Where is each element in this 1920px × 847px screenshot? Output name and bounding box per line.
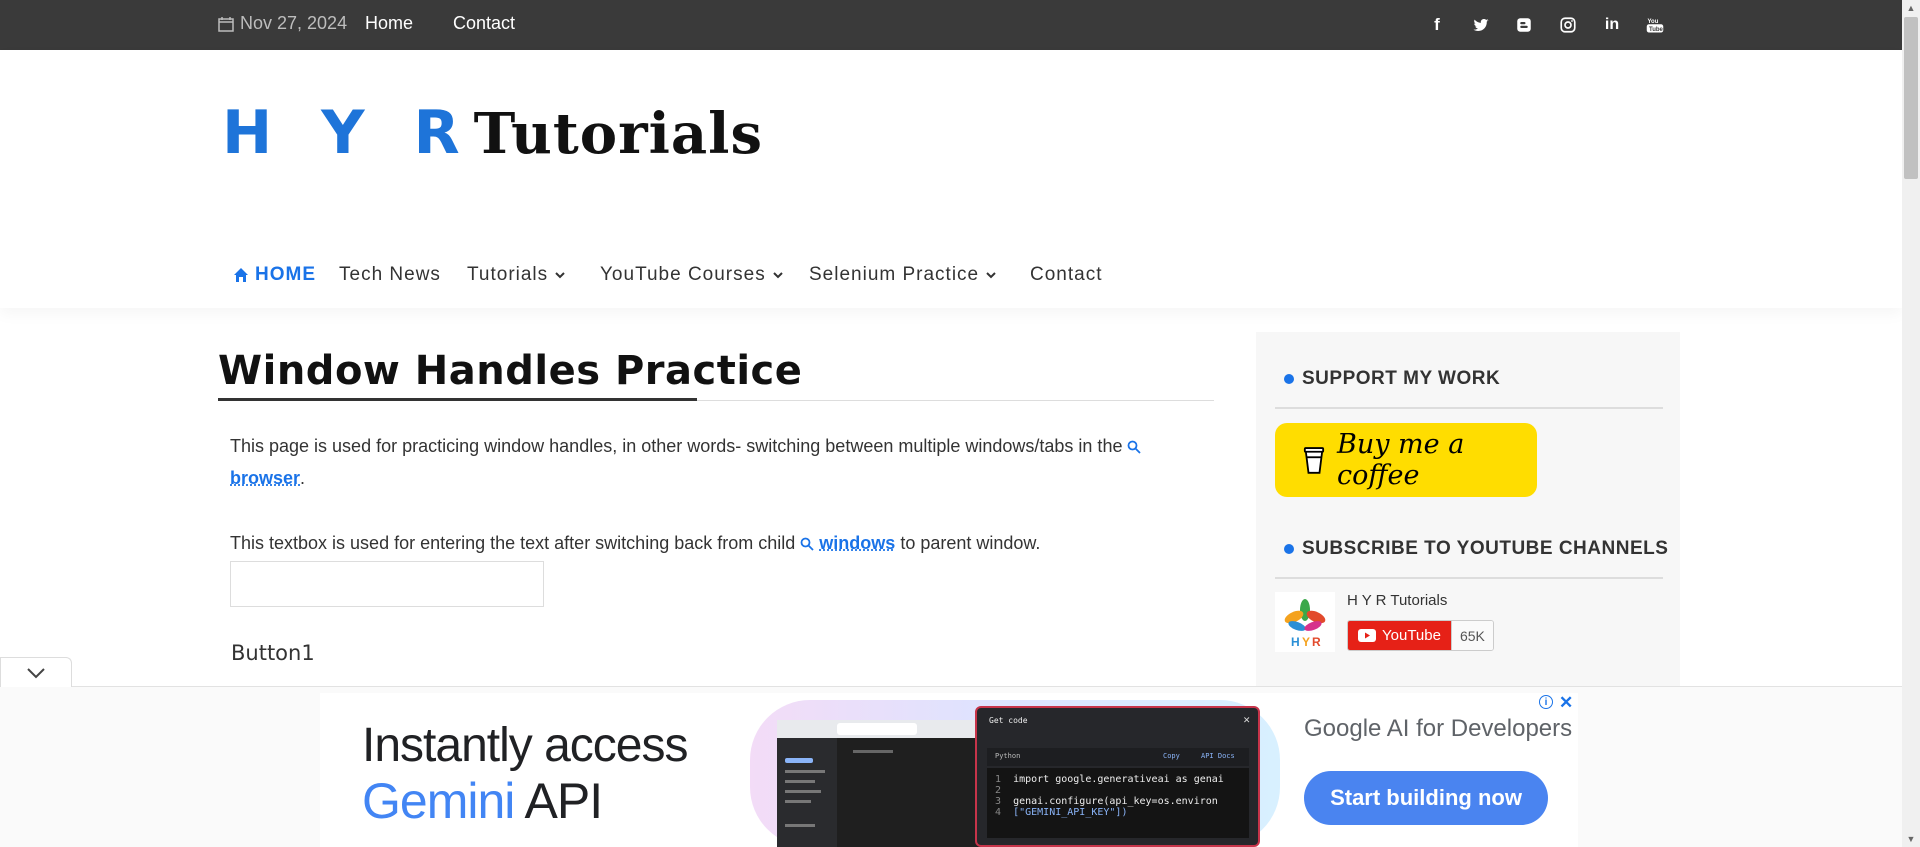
svg-text:Y: Y [1302,635,1310,649]
page: Nov 27, 2024 Home Contact f in You Tube H… [0,0,1920,847]
nav-contact-label: Contact [1030,264,1103,285]
ad-code-lang: Python [995,752,1021,760]
chevron-down-icon [772,272,783,279]
close-icon: ✕ [1243,713,1250,726]
title-underline [218,398,697,401]
ad-headline-1: Instantly access [362,719,688,772]
subscribe-heading: SUBSCRIBE TO YOUTUBE CHANNELS [1284,538,1668,560]
site-logo[interactable]: H Y RTutorials [222,98,763,168]
svg-text:You: You [1648,19,1659,25]
buy-me-a-coffee-label: Buy me a coffee [1336,429,1465,491]
scroll-up-arrow-icon[interactable]: ▲ [1905,2,1917,14]
info-icon[interactable]: i [1539,695,1553,709]
scrollbar-thumb[interactable] [1904,17,1918,179]
ad-code-api-docs: API Docs [1201,752,1235,760]
svg-text:R: R [1312,635,1321,649]
bullet-dot [1284,374,1294,384]
support-divider [1275,407,1663,409]
logo-hyr: H Y R [222,98,474,168]
youtube-icon[interactable]: You Tube [1644,14,1666,36]
channel-name[interactable]: H Y R Tutorials [1347,592,1447,609]
nav-selenium-practice[interactable]: Selenium Practice [809,264,997,286]
chevron-down-icon [986,272,996,279]
code-line-1: import google.generativeai as genai [1013,774,1224,785]
svg-text:Tube: Tube [1649,27,1664,33]
logo-tutorials: Tutorials [473,101,763,167]
ad-headline-2: Gemini API [362,772,604,830]
facebook-icon[interactable]: f [1426,14,1448,36]
linkedin-icon[interactable]: in [1601,14,1623,36]
intro-end: . [300,468,306,488]
support-heading: SUPPORT MY WORK [1284,368,1500,390]
nav-tutorials-label: Tutorials [467,264,549,285]
scroll-down-arrow-icon[interactable]: ▼ [1905,833,1917,845]
youtube-play-icon [1358,629,1376,642]
subscriber-count: 65K [1450,621,1493,650]
code-line-3: genai.configure(api_key=os.environ [1013,796,1218,807]
support-heading-text: SUPPORT MY WORK [1302,368,1501,389]
nav-contact[interactable]: Contact [1030,264,1102,286]
youtube-label: YouTube [1382,627,1441,644]
chevron-down-icon [27,667,45,678]
ad-google-ai-title: Google AI for Developers [1304,715,1572,743]
textbox-paragraph: This textbox is used for entering the te… [230,527,1040,559]
coffee-cup-icon [1303,447,1325,474]
chevron-down-icon [555,272,565,279]
ad-google-word: Google [1304,715,1382,742]
nav-selenium-practice-label: Selenium Practice [809,264,980,285]
calendar-icon [218,16,234,32]
search-icon [1128,440,1142,454]
nav-youtube-courses[interactable]: YouTube Courses [600,264,784,286]
nav-tutorials[interactable]: Tutorials [467,264,566,286]
date-display: Nov 27, 2024 [218,13,347,34]
ad-code-tabs: Python Copy API Docs [987,748,1249,766]
nav-tech-news-label: Tech News [339,264,441,285]
ad-gemini: Gemini [362,773,515,829]
top-bar: Nov 27, 2024 Home Contact f in You Tube [0,0,1902,50]
blogger-icon[interactable] [1513,14,1535,36]
nav-tech-news[interactable]: Tech News [339,264,441,286]
search-icon [800,537,814,551]
twitter-icon[interactable] [1470,14,1492,36]
ad-ai-developers: AI for Developers [1386,715,1573,742]
subscribe-heading-text: SUBSCRIBE TO YOUTUBE CHANNELS [1302,538,1669,559]
home-icon [234,268,248,282]
ad-api: API [524,773,604,829]
ad-collapse-button[interactable] [0,657,72,687]
ad-code-copy: Copy [1163,752,1180,760]
nav-home[interactable]: HOME [233,264,316,286]
windows-link[interactable]: windows [819,533,895,553]
youtube-subscribe-red: YouTube [1348,621,1451,650]
browser-link[interactable]: browser [230,468,300,488]
date-text: Nov 27, 2024 [240,13,348,33]
youtube-subscribe-button[interactable]: YouTube 65K [1347,620,1494,651]
ad-code-body: 1 import google.generativeai as genai 2 … [987,768,1249,838]
topbar-contact-link[interactable]: Contact [453,13,515,34]
nav-youtube-courses-label: YouTube Courses [600,264,766,285]
subscribe-divider [1275,577,1663,579]
code-line-4: ["GEMINI_API_KEY"]) [1013,807,1128,818]
buy-me-a-coffee-button[interactable]: Buy me a coffee [1275,423,1537,497]
ad-start-building-button[interactable]: Start building now [1304,771,1548,825]
nav-home-label: HOME [255,264,316,285]
parent-window-textbox[interactable] [230,561,544,607]
page-title: Window Handles Practice [218,348,803,394]
intro-paragraph: This page is used for practicing window … [230,430,1190,494]
textbox-text-end: to parent window. [900,533,1041,553]
ad-code-window: Get code ✕ Python Copy API Docs 1 import… [975,706,1260,847]
topbar-home-link[interactable]: Home [365,13,413,34]
button1-heading: Button1 [231,641,315,665]
textbox-text: This textbox is used for entering the te… [230,533,796,553]
instagram-icon[interactable] [1557,14,1579,36]
channel-avatar[interactable]: H Y R [1275,592,1335,652]
intro-text: This page is used for practicing window … [230,436,1123,456]
bullet-dot [1284,544,1294,554]
ad-code-title: Get code [989,716,1028,725]
svg-text:H: H [1291,635,1300,649]
close-icon[interactable]: ✕ [1559,693,1573,713]
